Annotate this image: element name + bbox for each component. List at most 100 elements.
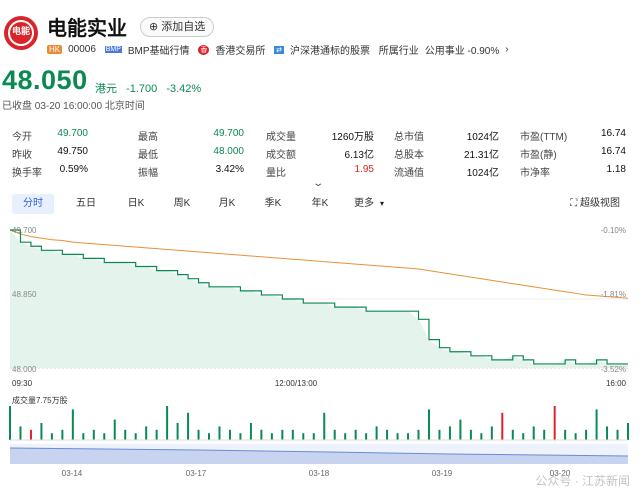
tab-4[interactable]: 月K	[209, 194, 245, 214]
market-tag: HK	[47, 45, 63, 54]
volume-bar	[302, 433, 305, 440]
volume-bar	[427, 409, 430, 440]
industry-value[interactable]: 公用事业 -0.90%	[425, 42, 499, 57]
stat-label: 流通值	[394, 168, 424, 179]
tab-0[interactable]: 分时	[12, 194, 54, 214]
stat-label: 最高	[138, 132, 158, 143]
chevron-down-icon[interactable]: ⌄	[312, 178, 324, 189]
volume-bar	[469, 429, 472, 440]
volume-bar	[145, 426, 148, 440]
volume-bar	[113, 419, 116, 440]
stats-row: 昨收 49.750 最低 48.000 成交额 6.13亿 总股本 21.31亿 市盈(静) 16…	[12, 146, 630, 161]
volume-bar	[103, 433, 106, 440]
price-tick: 49.700	[12, 226, 37, 235]
volume-bar	[176, 423, 179, 440]
volume-bar	[166, 406, 169, 440]
stat-value: 49.750	[57, 146, 88, 157]
tag-row: HK 00006 BMP BMP基础行情 香香港交易所 ⇄ 沪深港通标的股票 所属行业…	[47, 42, 515, 57]
time-tick: 12:00/13:00	[275, 379, 318, 388]
volume-bar	[124, 429, 127, 440]
stat-value: 1024亿	[466, 132, 499, 143]
stat-label: 总市值	[394, 132, 424, 143]
tab-6[interactable]: 年K	[302, 194, 338, 214]
stat-value: 16.74	[600, 146, 626, 157]
pct-tick: -0.10%	[601, 226, 626, 235]
volume-bar	[291, 429, 294, 440]
tab-5[interactable]: 季K	[255, 194, 291, 214]
stat-value: 16.74	[600, 128, 626, 139]
industry-label: 所属行业	[378, 46, 419, 57]
stat-label: 今开	[12, 132, 32, 143]
volume-bar	[354, 429, 357, 440]
stat-value: 1260万股	[331, 132, 374, 143]
volume-bar	[438, 429, 441, 440]
stat-value: 0.59%	[59, 164, 88, 175]
stat-label: 市盈(TTM)	[520, 132, 568, 143]
volume-bar	[407, 433, 410, 440]
stat-label: 最低	[138, 150, 158, 161]
pct-tick: -3.52%	[601, 365, 626, 374]
stat-label: 振幅	[138, 168, 158, 179]
chevron-right-icon[interactable]: ›	[505, 44, 508, 55]
volume-bar	[40, 423, 43, 440]
volume-bar	[260, 429, 263, 440]
tab-7[interactable]: 更多	[346, 194, 382, 214]
price-change-pct: -3.42%	[166, 83, 202, 95]
company-logo: 电能	[4, 16, 38, 50]
volume-bar	[501, 412, 504, 440]
overview-date: 03-14	[62, 469, 83, 478]
super-view-label: 超级视图	[580, 198, 620, 209]
volume-bar	[553, 406, 556, 440]
tab-2[interactable]: 日K	[118, 194, 154, 214]
volume-bar	[564, 429, 567, 440]
volume-bar	[480, 433, 483, 440]
stat-value: 48.000	[213, 146, 244, 157]
volume-bar	[344, 433, 347, 440]
stat-label: 量比	[266, 168, 286, 179]
volume-bar	[490, 426, 493, 440]
watermark: 公众号 · 江苏新闻	[535, 474, 630, 488]
stat-label: 市净率	[520, 168, 550, 179]
exchange-label[interactable]: 香港交易所	[215, 42, 265, 57]
tab-1[interactable]: 五日	[68, 194, 104, 214]
volume-bar	[595, 409, 598, 440]
bmp-tag: BMP	[104, 46, 122, 53]
volume-bar	[522, 433, 525, 440]
price-tick: 48.000	[12, 365, 37, 374]
tab-3[interactable]: 周K	[164, 194, 200, 214]
intraday-chart[interactable]: 49.700 48.850 48.000 -0.10% -1.81% -3.52% 09:3…	[0, 220, 640, 499]
volume-bar	[323, 412, 326, 440]
caret-down-icon: ▾	[380, 199, 385, 208]
time-tick: 16:00	[606, 379, 627, 388]
volume-bar	[417, 429, 420, 440]
add-favorite-button[interactable]: ⊕ 添加自选	[140, 17, 215, 37]
volume-bar	[627, 423, 629, 440]
super-view-button[interactable]: ⛶ 超级视图	[570, 194, 620, 214]
bmp-label[interactable]: BMP基础行情	[128, 42, 190, 57]
stock-code: 00006	[68, 44, 96, 55]
volume-bar	[585, 429, 588, 440]
stock-connect-label[interactable]: 沪深港通标的股票	[290, 42, 370, 57]
stat-label: 市盈(静)	[520, 150, 557, 161]
volume-bar	[511, 429, 514, 440]
stat-value: 6.13亿	[344, 150, 374, 161]
market-status: 已收盘 03-20 16:00:00 北京时间	[2, 101, 145, 112]
volume-bar	[218, 426, 221, 440]
volume-bar	[459, 419, 462, 440]
stat-value: 49.700	[57, 128, 88, 139]
volume-bar	[61, 429, 64, 440]
expand-icon: ⛶	[570, 198, 578, 209]
stat-value: 3.42%	[215, 164, 244, 175]
stat-value: 1.18	[606, 164, 626, 175]
stat-value: 21.31亿	[463, 150, 499, 161]
overview-date: 03-17	[186, 469, 207, 478]
volume-label: 成交量7.75万股	[12, 395, 68, 405]
stat-value: 1024亿	[466, 168, 499, 179]
overview-date: 03-18	[309, 469, 330, 478]
pct-tick: -1.81%	[601, 290, 626, 299]
stat-label: 总股本	[394, 150, 424, 161]
volume-bar	[281, 429, 284, 440]
time-tick: 09:30	[12, 379, 33, 388]
volume-bar	[616, 429, 619, 440]
volume-bar	[187, 412, 190, 440]
